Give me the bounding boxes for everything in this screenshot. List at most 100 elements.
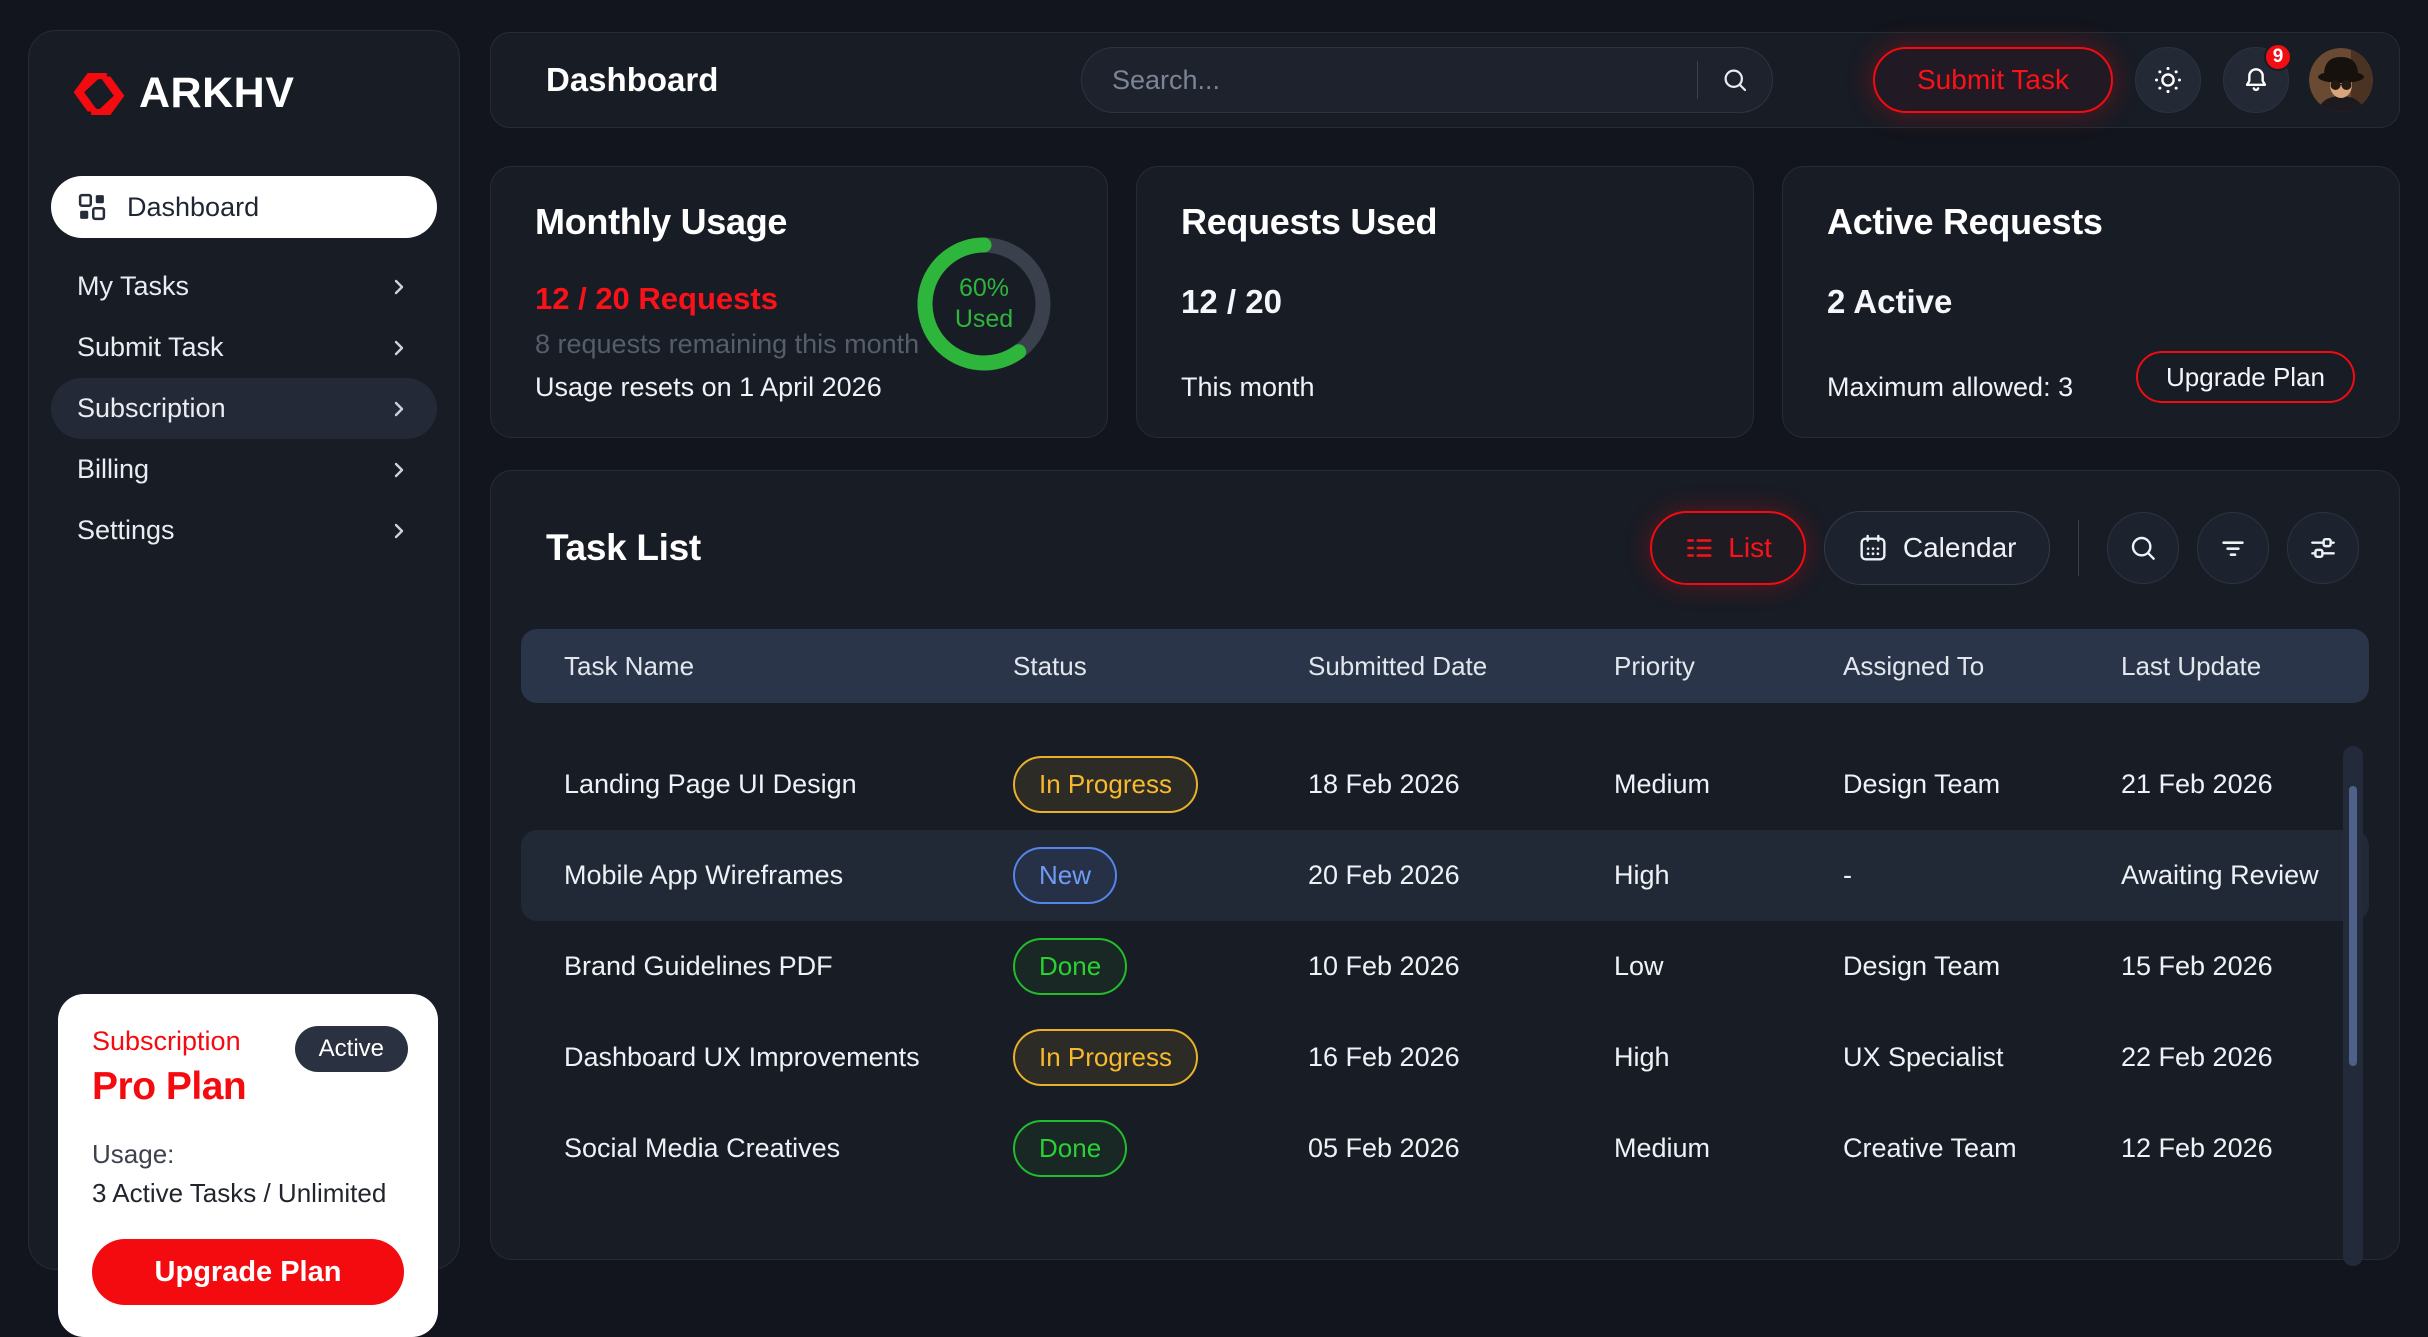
monthly-usage-card: Monthly Usage 12 / 20 Requests 8 request… <box>490 166 1108 438</box>
status-badge: New <box>1013 847 1117 904</box>
search-input[interactable] <box>1112 65 1687 96</box>
stats-row: Monthly Usage 12 / 20 Requests 8 request… <box>490 166 2400 438</box>
submit-task-button[interactable]: Submit Task <box>1873 47 2113 113</box>
chevron-right-icon <box>387 397 411 421</box>
cell-submitted-date: 18 Feb 2026 <box>1308 769 1614 800</box>
column-header-submitted-date: Submitted Date <box>1308 651 1614 682</box>
card-title: Requests Used <box>1181 201 1709 243</box>
cell-assigned-to: Creative Team <box>1843 1133 2121 1164</box>
chevron-right-icon <box>387 519 411 543</box>
sidebar-item-settings[interactable]: Settings <box>51 500 437 561</box>
sidebar-item-label: Submit Task <box>77 332 224 363</box>
list-check-icon <box>1684 533 1714 563</box>
logo: ARKHV <box>71 69 439 118</box>
controls-divider <box>2078 520 2080 576</box>
sidebar-item-my-tasks[interactable]: My Tasks <box>51 256 437 317</box>
bell-icon <box>2240 64 2272 96</box>
sidebar-item-dashboard[interactable]: Dashboard <box>51 176 437 238</box>
status-badge: In Progress <box>1013 756 1198 813</box>
list-view-button[interactable]: List <box>1650 511 1806 585</box>
table-row[interactable]: Dashboard UX Improvements In Progress 16… <box>521 1012 2369 1103</box>
page-title: Dashboard <box>546 61 718 99</box>
sidebar: ARKHV Dashboard My Tasks Submit Task Sub… <box>28 30 460 1270</box>
cell-assigned-to: - <box>1843 860 2121 891</box>
filter-lines-icon <box>2217 532 2249 564</box>
chevron-right-icon <box>387 275 411 299</box>
task-list-title: Task List <box>546 527 701 569</box>
cell-submitted-date: 05 Feb 2026 <box>1308 1133 1614 1164</box>
column-header-status: Status <box>1013 651 1308 682</box>
sidebar-item-label: Dashboard <box>127 192 259 223</box>
table-row[interactable]: Landing Page UI Design In Progress 18 Fe… <box>521 739 2369 830</box>
sliders-icon <box>2307 532 2339 564</box>
calendar-view-button[interactable]: Calendar <box>1824 511 2050 585</box>
sun-icon <box>2152 64 2184 96</box>
card-title: Active Requests <box>1827 201 2355 243</box>
column-header-assigned-to: Assigned To <box>1843 651 2121 682</box>
cell-task-name: Dashboard UX Improvements <box>564 1042 1013 1073</box>
search-icon[interactable] <box>1720 65 1750 95</box>
cell-task-name: Landing Page UI Design <box>564 769 1013 800</box>
task-settings-button[interactable] <box>2287 512 2359 584</box>
active-requests-card: Active Requests 2 Active Maximum allowed… <box>1782 166 2400 438</box>
cell-assigned-to: Design Team <box>1843 951 2121 982</box>
task-search-button[interactable] <box>2107 512 2179 584</box>
cell-submitted-date: 10 Feb 2026 <box>1308 951 1614 982</box>
requests-used-value: 12 / 20 <box>1181 283 1709 321</box>
sidebar-item-submit-task[interactable]: Submit Task <box>51 317 437 378</box>
search-bar <box>1081 47 1773 113</box>
cell-last-update: 21 Feb 2026 <box>2121 769 2369 800</box>
column-header-task-name: Task Name <box>564 651 1013 682</box>
chevron-right-icon <box>387 336 411 360</box>
status-badge: Done <box>1013 938 1127 995</box>
notification-count-badge: 9 <box>2264 43 2292 71</box>
cell-priority: Medium <box>1614 1133 1843 1164</box>
table-row[interactable]: Mobile App Wireframes New 20 Feb 2026 Hi… <box>521 830 2369 921</box>
logo-text: ARKHV <box>139 69 294 118</box>
plan-usage-value: 3 Active Tasks / Unlimited <box>92 1178 404 1209</box>
donut-center-label: 60% Used <box>909 229 1059 379</box>
cell-last-update: 15 Feb 2026 <box>2121 951 2369 982</box>
cell-assigned-to: Design Team <box>1843 769 2121 800</box>
cell-assigned-to: UX Specialist <box>1843 1042 2121 1073</box>
upgrade-plan-small-button[interactable]: Upgrade Plan <box>2136 351 2355 403</box>
cell-last-update: Awaiting Review <box>2121 860 2369 891</box>
table-row[interactable]: Brand Guidelines PDF Done 10 Feb 2026 Lo… <box>521 921 2369 1012</box>
notifications-button[interactable]: 9 <box>2223 47 2289 113</box>
max-allowed-text: Maximum allowed: 3 <box>1827 372 2073 403</box>
status-badge: Done <box>1013 1120 1127 1177</box>
plan-status-badge: Active <box>295 1026 408 1072</box>
dashboard-grid-icon <box>77 192 107 222</box>
user-avatar[interactable] <box>2309 48 2373 112</box>
cell-task-name: Social Media Creatives <box>564 1133 1013 1164</box>
sidebar-item-label: Billing <box>77 454 149 485</box>
main-content: Dashboard Submit Task <box>490 32 2400 1260</box>
scrollbar-thumb[interactable] <box>2349 786 2357 1066</box>
chevron-right-icon <box>387 458 411 482</box>
table-row[interactable]: Social Media Creatives Done 05 Feb 2026 … <box>521 1103 2369 1194</box>
active-requests-value: 2 Active <box>1827 283 2355 321</box>
cell-submitted-date: 20 Feb 2026 <box>1308 860 1614 891</box>
theme-toggle-button[interactable] <box>2135 47 2201 113</box>
calendar-icon <box>1857 532 1889 564</box>
upgrade-plan-button[interactable]: Upgrade Plan <box>92 1239 404 1305</box>
cell-last-update: 22 Feb 2026 <box>2121 1042 2369 1073</box>
plan-usage-label: Usage: <box>92 1139 404 1170</box>
cell-task-name: Mobile App Wireframes <box>564 860 1013 891</box>
task-filter-button[interactable] <box>2197 512 2269 584</box>
search-icon <box>2127 532 2159 564</box>
task-list-controls: List Calendar <box>1650 511 2359 585</box>
sidebar-item-label: My Tasks <box>77 271 189 302</box>
task-list-card: Task List List <box>490 470 2400 1260</box>
sidebar-item-billing[interactable]: Billing <box>51 439 437 500</box>
sidebar-item-subscription[interactable]: Subscription <box>51 378 437 439</box>
top-bar: Dashboard Submit Task <box>490 32 2400 128</box>
cell-priority: High <box>1614 1042 1843 1073</box>
sidebar-item-label: Subscription <box>77 393 226 424</box>
table-header: Task Name Status Submitted Date Priority… <box>521 629 2369 703</box>
cell-priority: Medium <box>1614 769 1843 800</box>
table-body: Landing Page UI Design In Progress 18 Fe… <box>521 739 2369 1194</box>
requests-used-card: Requests Used 12 / 20 This month <box>1136 166 1754 438</box>
search-divider <box>1697 61 1699 99</box>
cell-priority: High <box>1614 860 1843 891</box>
